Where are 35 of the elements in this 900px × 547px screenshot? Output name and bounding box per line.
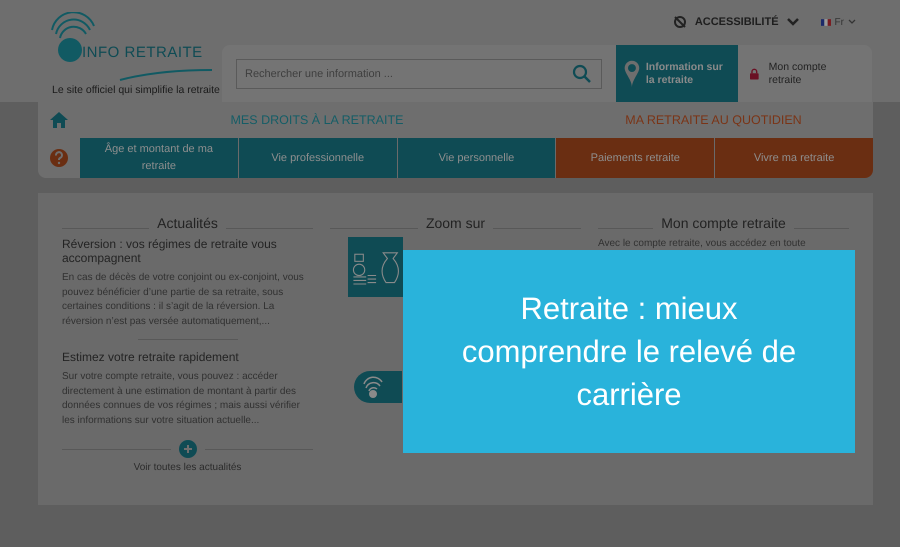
tagline: Le site officiel qui simplifie la retraite bbox=[52, 84, 220, 96]
search-icon bbox=[572, 64, 592, 84]
help-icon[interactable] bbox=[49, 148, 69, 168]
nav-tab[interactable]: Vie professionnelle bbox=[238, 138, 397, 178]
chevron-icon bbox=[848, 19, 856, 25]
info-link[interactable]: Information sur la retraite bbox=[616, 45, 738, 102]
account-pill-button[interactable] bbox=[354, 371, 402, 403]
language-selector[interactable]: Fr bbox=[820, 16, 856, 28]
logo-text[interactable]: INFO RETRAITE bbox=[82, 44, 203, 61]
nav-section-title[interactable]: MES DROITS À LA RETRAITE bbox=[230, 113, 404, 127]
section-title: Mon compte retraite bbox=[661, 215, 786, 231]
nav-tab[interactable]: Vie personnelle bbox=[396, 138, 556, 178]
chevron-icon bbox=[786, 18, 799, 26]
news-title[interactable]: Estimez votre retraite rapidement bbox=[62, 350, 313, 364]
account-link[interactable]: Mon compte retraite bbox=[750, 60, 842, 86]
nav-tab[interactable]: Âge et montant de ma retraite bbox=[80, 138, 238, 178]
plus-icon[interactable] bbox=[178, 440, 196, 458]
account-intro: Avec le compte retraite, vous accédez en toute bbox=[598, 237, 807, 251]
swoosh-icon bbox=[118, 68, 214, 82]
nav-tab[interactable]: Vivre ma retraite bbox=[714, 138, 873, 178]
section-title: Zoom sur bbox=[426, 215, 486, 231]
article-title[interactable]: Retraite : mieux comprendre le relevé de carrière bbox=[449, 287, 809, 416]
news-title[interactable]: Réversion : vos régimes de retraite vous accompagnent bbox=[62, 237, 313, 265]
section-title: Actualités bbox=[157, 215, 218, 231]
article-title-card[interactable]: Retraite : mieux comprendre le relevé de carrière bbox=[403, 250, 855, 453]
lock-icon bbox=[750, 66, 759, 80]
flag-icon bbox=[820, 18, 831, 26]
all-news-link[interactable]: Voir toutes les actualités bbox=[134, 462, 242, 473]
home-icon[interactable] bbox=[49, 111, 69, 129]
news-summary: En cas de décès de votre conjoint ou ex-conjoint, vous pouvez bénéficier d’une partie de sa retraite, sous certaines conditions : il s’agit de la réversion. La réversion n’est pas versée automatiquement,... bbox=[62, 271, 305, 328]
nav-tab[interactable]: Paiements retraite bbox=[555, 138, 714, 178]
news-summary: Sur votre compte retraite, vous pouvez : accéder directement à une estimation de montant à partir des données connues de vos régimes ; mais aussi vérifier les informations sur votre situation actuelle... bbox=[62, 370, 301, 428]
accessibility-menu[interactable]: ACCESSIBILITÉ bbox=[672, 15, 799, 29]
savings-banner[interactable] bbox=[348, 237, 403, 297]
nav-section-title[interactable]: MA RETRAITE AU QUOTIDIEN bbox=[625, 113, 802, 127]
